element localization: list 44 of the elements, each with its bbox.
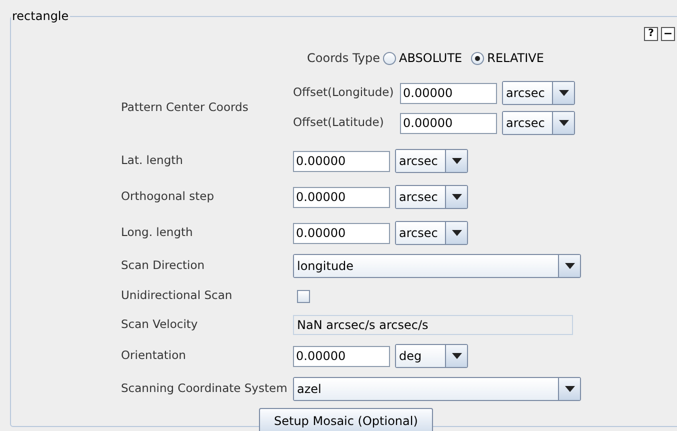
velocity-field: NaN arcsec/s arcsec/s [293, 314, 573, 334]
field-label: Coords Type [307, 50, 380, 67]
setup-mosaic-button[interactable]: Setup Mosaic (Optional) [259, 408, 433, 431]
field-label: Long. length [121, 224, 194, 242]
caret-icon [564, 263, 574, 269]
field-label: Offset(Latitude) [293, 114, 385, 132]
radio-button[interactable] [471, 52, 484, 64]
checkbox[interactable] [297, 290, 310, 302]
number-field[interactable]: 0.00000 [400, 112, 497, 134]
caret-icon [452, 353, 462, 359]
number-field[interactable]: 0.00000 [293, 150, 390, 172]
field-label: Scan Velocity [121, 316, 199, 333]
radio-label: RELATIVE [487, 50, 544, 67]
caret-icon [452, 194, 462, 200]
dropdown[interactable]: arcsec [395, 149, 468, 173]
dropdown[interactable]: longitude [293, 254, 581, 278]
caret-icon [564, 386, 574, 392]
dropdown[interactable]: arcsec [502, 111, 575, 135]
number-field[interactable]: 0.00000 [293, 186, 390, 208]
number-field[interactable]: 0.00000 [293, 346, 390, 366]
field-label: Pattern Center Coords [121, 99, 250, 116]
caret-icon [558, 90, 568, 96]
field-label: Orientation [121, 347, 187, 364]
caret-icon [452, 230, 462, 236]
number-field[interactable]: 0.00000 [293, 222, 390, 244]
radio-label: ABSOLUTE [399, 50, 462, 67]
panel-title: rectangle [11, 8, 70, 25]
collapse-button[interactable]: − [661, 27, 675, 41]
dropdown[interactable]: deg [395, 344, 468, 368]
field-label: Lat. length [121, 152, 184, 170]
radio-button[interactable] [383, 52, 396, 64]
dropdown[interactable]: arcsec [502, 81, 575, 105]
field-label: Offset(Longitude) [293, 84, 395, 102]
field-label: Scanning Coordinate System [121, 380, 288, 398]
caret-icon [452, 158, 462, 164]
number-field[interactable]: 0.00000 [400, 82, 497, 104]
field-label: Scan Direction [121, 257, 206, 274]
field-label: Unidirectional Scan [121, 287, 234, 304]
dropdown[interactable]: arcsec [395, 221, 468, 245]
help-button[interactable]: ? [644, 27, 658, 41]
dropdown[interactable]: arcsec [395, 185, 468, 209]
field-label: Orthogonal step [121, 188, 216, 206]
dropdown[interactable]: azel [293, 377, 581, 401]
caret-icon [558, 120, 568, 126]
